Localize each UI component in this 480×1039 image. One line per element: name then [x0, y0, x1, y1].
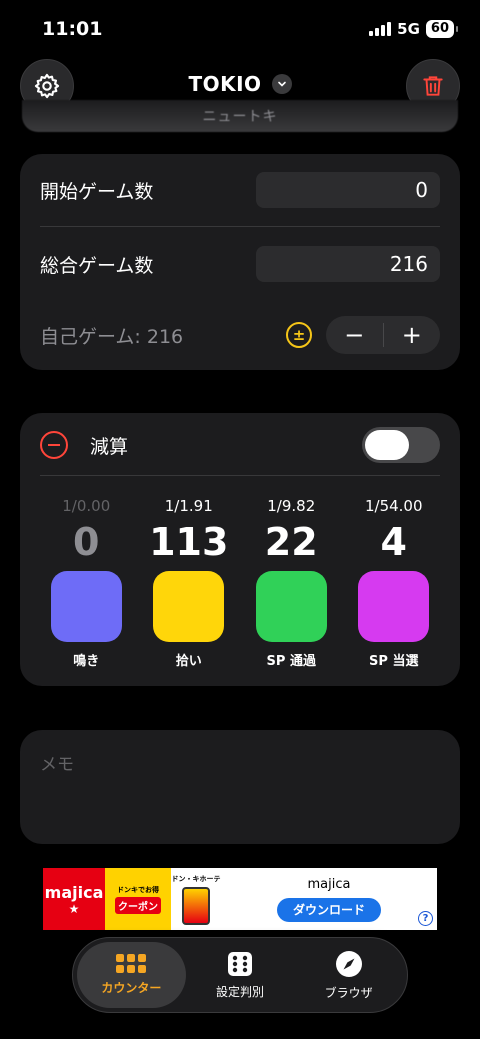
counter-list: 1/0.00 0 鳴き 1/1.91 113 拾い 1/9.82 22 SP 通… [35, 497, 445, 669]
ad-banner-small-text: ドンキでお得 [117, 885, 159, 894]
games-card: 開始ゲーム数 0 総合ゲーム数 216 自己ゲーム: 216 ± − + [20, 154, 460, 370]
divider [40, 475, 440, 476]
total-games-field[interactable]: 216 [256, 246, 440, 282]
start-games-label: 開始ゲーム数 [40, 180, 154, 203]
counter-ratio: 1/0.00 [62, 497, 111, 515]
start-games-row: 開始ゲーム数 0 [40, 172, 440, 208]
ad-download-button[interactable]: ダウンロード [277, 897, 381, 922]
counter-card: 減算 1/0.00 0 鳴き 1/1.91 113 拾い 1/9.82 22 S… [20, 413, 460, 686]
tab-label: ブラウザ [324, 985, 373, 1000]
counter-pad-sp-win[interactable] [358, 571, 430, 642]
tab-label: カウンター [101, 981, 162, 995]
counter-ratio: 1/54.00 [364, 497, 423, 515]
signal-icon [369, 22, 392, 36]
subtitle-bar: ニュートキ [22, 100, 458, 132]
counter-ratio: 1/9.82 [267, 497, 316, 515]
ad-banner[interactable]: majica ★ ドンキでお得 クーポン ドン・キホーテ majica ダウンロ… [43, 868, 437, 930]
ad-info-icon[interactable]: ? [418, 911, 433, 926]
counter-ratio: 1/1.91 [164, 497, 213, 515]
counter-value: 22 [264, 520, 318, 564]
subtract-mode-label-group: 減算 [40, 431, 128, 459]
machine-subtitle: ニュートキ [202, 109, 278, 125]
counter-value: 113 [149, 520, 229, 564]
phone-icon [182, 887, 210, 925]
memo-placeholder: メモ [40, 755, 74, 775]
compass-icon [335, 950, 362, 977]
subtract-mode-toggle[interactable] [362, 427, 440, 463]
counter-label: SP 通過 [266, 654, 316, 669]
status-indicators: 5G 60 [369, 20, 458, 38]
counter-value: 0 [73, 520, 100, 564]
tab-label: 設定判別 [216, 984, 265, 999]
memo-field[interactable]: メモ [20, 730, 460, 844]
tab-bar: カウンター 設定判別 ブラウザ [72, 937, 408, 1013]
counter-sp-pass: 1/9.82 22 SP 通過 [240, 497, 343, 669]
status-bar: 11:01 5G 60 [0, 0, 480, 56]
star-icon: ★ [68, 901, 80, 916]
tab-counter[interactable]: カウンター [77, 942, 186, 1008]
decrement-button[interactable]: − [326, 321, 383, 349]
ad-title: majica [307, 876, 351, 892]
subtract-mode-label: 減算 [90, 435, 129, 458]
counter-value: 4 [380, 520, 407, 564]
counter-pad-hiroi[interactable] [153, 571, 225, 642]
ad-store-text: ドン・キホーテ [171, 875, 221, 883]
counter-label: 拾い [175, 654, 202, 669]
tab-browser[interactable]: ブラウザ [294, 942, 403, 1008]
games-stepper: − + [326, 316, 440, 354]
trash-icon [423, 76, 443, 96]
self-games-row: 自己ゲーム: 216 ± − + [40, 316, 440, 354]
page-title: TOKIO [188, 72, 262, 96]
counter-sp-win: 1/54.00 4 SP 当選 [343, 497, 446, 669]
ad-coupon-text: クーポン [115, 896, 161, 914]
grid-icon [116, 954, 147, 973]
battery-tip [456, 26, 458, 32]
total-games-row: 総合ゲーム数 216 [40, 246, 440, 282]
divider [40, 226, 440, 227]
ad-logo: majica ★ [43, 868, 105, 930]
network-type: 5G [397, 20, 420, 38]
status-time: 11:01 [42, 18, 103, 40]
counter-label: SP 当選 [369, 654, 419, 669]
counter-pad-sp-pass[interactable] [255, 571, 327, 642]
subtract-mode-row: 減算 [40, 427, 440, 463]
ad-image: ドンキでお得 クーポン [105, 868, 171, 930]
self-games-controls: ± − + [286, 316, 440, 354]
ad-phone-image: ドン・キホーテ [171, 868, 221, 930]
minus-circle-icon [40, 431, 68, 459]
total-games-label: 総合ゲーム数 [40, 254, 154, 277]
ad-main: majica ダウンロード ? [221, 868, 437, 930]
battery-icon: 60 [425, 20, 454, 38]
self-games-label: 自己ゲーム: 216 [40, 325, 184, 348]
counter-label: 鳴き [73, 654, 100, 669]
tab-settings-judge[interactable]: 設定判別 [186, 942, 295, 1008]
start-games-field[interactable]: 0 [256, 172, 440, 208]
ad-logo-text: majica [44, 882, 104, 902]
increment-button[interactable]: + [384, 321, 441, 349]
counter-naki: 1/0.00 0 鳴き [35, 497, 138, 669]
plus-minus-icon[interactable]: ± [286, 322, 312, 348]
counter-pad-naki[interactable] [50, 571, 122, 642]
dice-icon [228, 951, 252, 976]
counter-hiroi: 1/1.91 113 拾い [138, 497, 241, 669]
chevron-down-icon [271, 74, 292, 94]
